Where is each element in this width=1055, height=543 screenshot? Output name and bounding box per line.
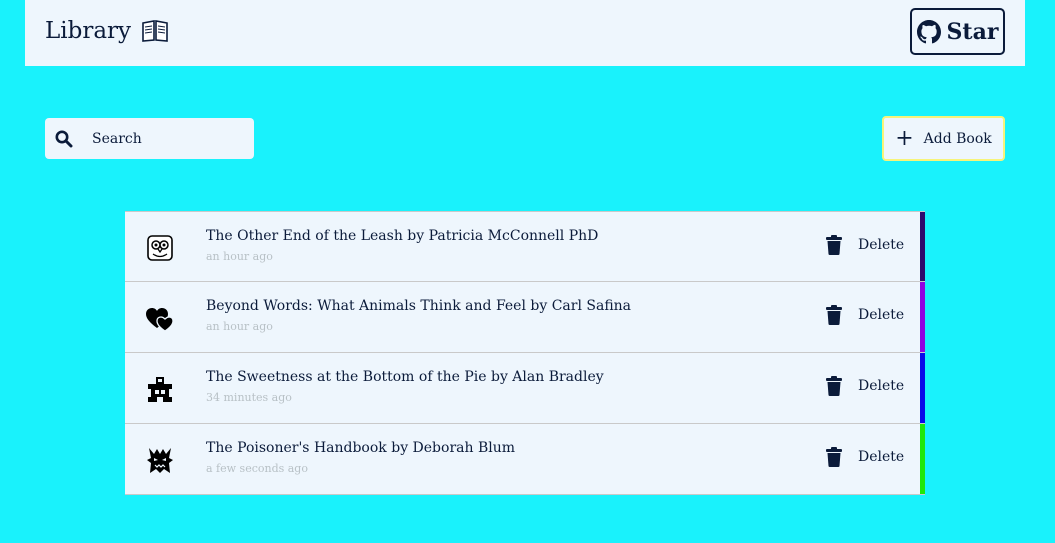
delete-label: Delete — [858, 449, 905, 465]
book-title: The Sweetness at the Bottom of the Pie b… — [206, 369, 604, 385]
book-title: The Other End of the Leash by Patricia M… — [206, 228, 599, 244]
book-timestamp: an hour ago — [206, 320, 273, 333]
search-icon — [55, 130, 73, 148]
add-book-label: Add Book — [923, 130, 992, 147]
book-timestamp: a few seconds ago — [206, 462, 308, 475]
delete-button[interactable]: Delete — [825, 447, 904, 467]
github-star-button[interactable]: Star — [910, 8, 1005, 55]
book-timestamp: 34 minutes ago — [206, 391, 292, 404]
search-box[interactable] — [45, 118, 254, 159]
book-item: Beyond Words: What Animals Think and Fee… — [125, 282, 925, 353]
trash-icon — [825, 376, 843, 396]
delete-button[interactable]: Delete — [825, 235, 904, 255]
book-item: The Poisoner's Handbook by Deborah Blum … — [125, 424, 925, 495]
navbar: Library Star — [25, 0, 1025, 66]
search-input[interactable] — [90, 129, 244, 148]
add-book-button[interactable]: + Add Book — [882, 116, 1005, 161]
star-label: Star — [946, 18, 999, 45]
open-book-icon — [141, 19, 169, 43]
book-list: The Other End of the Leash by Patricia M… — [125, 211, 925, 495]
book-item: The Other End of the Leash by Patricia M… — [125, 211, 925, 282]
trash-icon — [825, 447, 843, 467]
color-bar — [920, 282, 925, 352]
plus-icon: + — [895, 125, 914, 151]
brand[interactable]: Library — [45, 18, 169, 44]
delete-button[interactable]: Delete — [825, 376, 904, 396]
book-timestamp: an hour ago — [206, 250, 273, 263]
trash-icon — [825, 235, 843, 255]
delete-label: Delete — [858, 237, 905, 253]
book-title: The Poisoner's Handbook by Deborah Blum — [206, 440, 516, 456]
monster-icon — [145, 446, 175, 474]
github-icon — [916, 19, 941, 43]
color-bar — [920, 424, 925, 494]
brand-title: Library — [45, 18, 132, 44]
castle-icon — [145, 375, 175, 403]
color-bar — [920, 353, 925, 423]
book-title: Beyond Words: What Animals Think and Fee… — [206, 298, 632, 314]
delete-label: Delete — [858, 307, 905, 323]
color-bar — [920, 212, 925, 281]
delete-label: Delete — [858, 378, 905, 394]
owl-icon — [145, 234, 175, 262]
delete-button[interactable]: Delete — [825, 305, 904, 325]
hearts-icon — [145, 304, 175, 332]
trash-icon — [825, 305, 843, 325]
book-item: The Sweetness at the Bottom of the Pie b… — [125, 353, 925, 424]
